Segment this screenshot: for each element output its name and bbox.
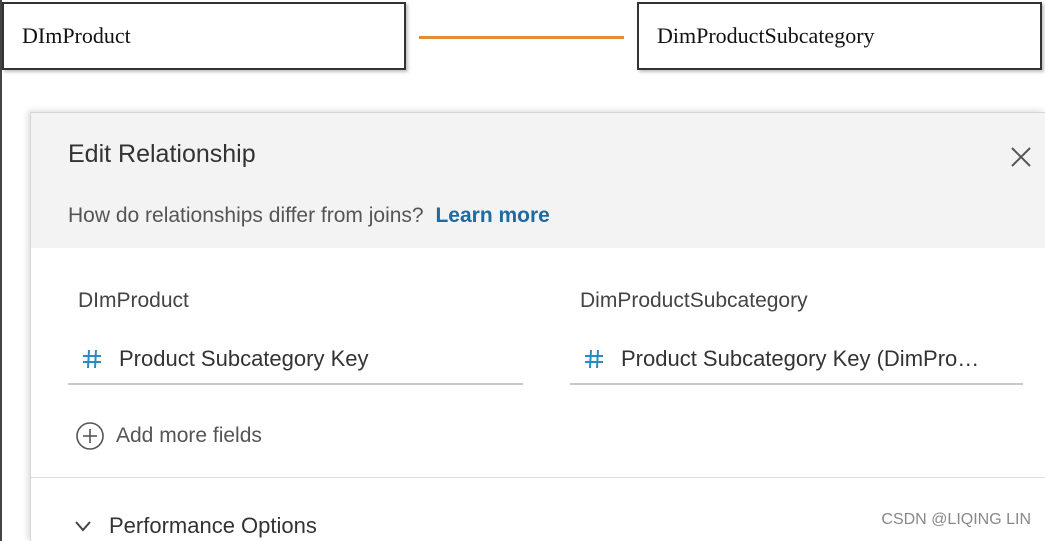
dialog-title: Edit Relationship (68, 140, 256, 168)
left-field-name: Product Subcategory Key (119, 346, 369, 371)
learn-more-link[interactable]: Learn more (435, 204, 549, 227)
add-more-fields-label: Add more fields (116, 424, 262, 447)
plus-circle-icon (76, 422, 104, 450)
section-divider (31, 477, 1045, 478)
performance-options-toggle[interactable]: Performance Options (73, 513, 317, 539)
left-field-select[interactable]: Product Subcategory Key (68, 335, 523, 385)
chevron-down-icon (75, 521, 91, 532)
help-row: How do relationships differ from joins? … (68, 204, 550, 228)
relationship-connector-line[interactable] (419, 36, 624, 39)
left-edge-border (0, 0, 2, 541)
hash-icon (83, 349, 101, 369)
close-icon[interactable] (1009, 145, 1033, 169)
hash-icon (585, 349, 603, 369)
right-field-name: Product Subcategory Key (DimPro… (621, 346, 980, 371)
left-table-name: DImProduct (22, 23, 131, 48)
right-field-select[interactable]: Product Subcategory Key (DimPro… (570, 335, 1023, 385)
help-text: How do relationships differ from joins? (68, 204, 424, 227)
watermark-text: CSDN @LIQING LIN (881, 511, 1031, 528)
relationship-canvas: DImProduct DimProductSubcategory Edit Re… (0, 0, 1045, 541)
edit-relationship-dialog: Edit Relationship How do relationships d… (30, 112, 1045, 541)
right-table-label: DimProductSubcategory (580, 289, 808, 312)
left-table-card[interactable]: DImProduct (2, 2, 406, 70)
right-table-name: DimProductSubcategory (657, 23, 875, 48)
performance-options-label: Performance Options (109, 513, 317, 538)
add-more-fields-button[interactable]: Add more fields (75, 421, 262, 451)
right-table-card[interactable]: DimProductSubcategory (637, 2, 1042, 70)
left-table-label: DImProduct (78, 289, 189, 312)
